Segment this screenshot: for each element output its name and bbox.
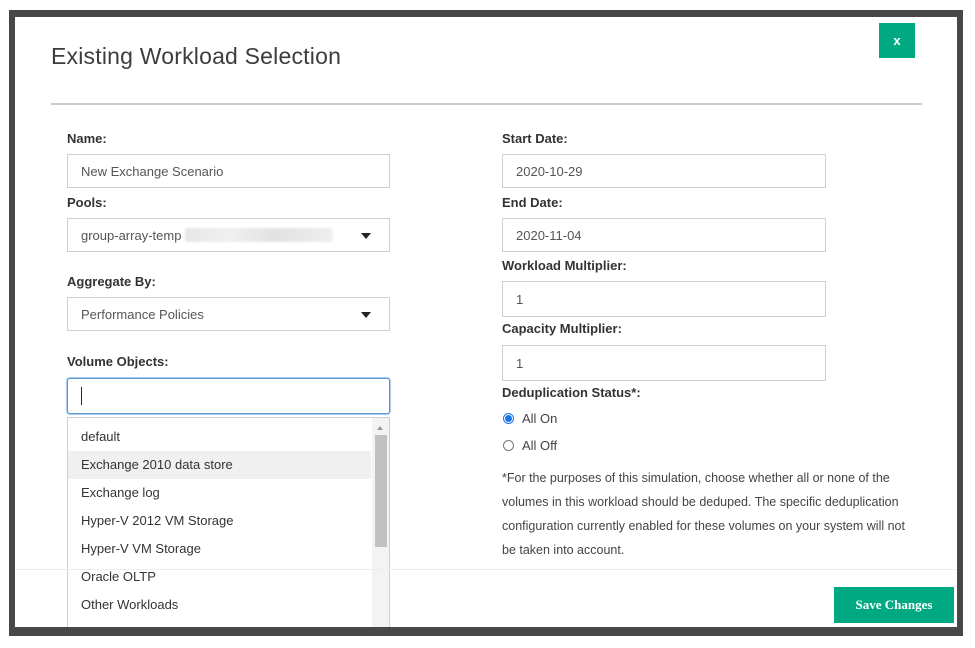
start-date-label: Start Date: bbox=[502, 131, 568, 146]
radio-all-on-label: All On bbox=[522, 411, 558, 426]
dropdown-option[interactable]: Exchange 2010 data store bbox=[68, 451, 371, 479]
start-date-value: 2020-10-29 bbox=[516, 163, 583, 179]
dropdown-option[interactable]: Exchange log bbox=[68, 479, 371, 507]
dropdown-option[interactable]: Other Workloads bbox=[68, 591, 371, 619]
dedup-note: *For the purposes of this simulation, ch… bbox=[502, 471, 905, 557]
workload-dialog: Existing Workload Selection x Name: New … bbox=[15, 17, 957, 627]
aggregate-label: Aggregate By: bbox=[67, 274, 156, 289]
volume-label: Volume Objects: bbox=[67, 354, 169, 369]
text-caret bbox=[81, 387, 82, 405]
workload-multiplier-value: 1 bbox=[516, 291, 524, 307]
name-value: New Exchange Scenario bbox=[81, 163, 224, 179]
dropdown-option[interactable]: default bbox=[68, 423, 371, 451]
workload-multiplier-field[interactable]: 1 bbox=[502, 281, 826, 317]
name-field[interactable]: New Exchange Scenario bbox=[67, 154, 390, 188]
end-date-value: 2020-11-04 bbox=[516, 227, 582, 243]
pools-value: group-array-temp bbox=[81, 227, 182, 243]
pools-select[interactable]: group-array-temp bbox=[67, 218, 390, 252]
capacity-multiplier-label: Capacity Multiplier: bbox=[502, 321, 622, 336]
radio-all-off[interactable]: All Off bbox=[503, 438, 557, 453]
volume-objects-input[interactable] bbox=[67, 378, 390, 414]
close-button[interactable]: x bbox=[879, 23, 915, 58]
dedup-status-label: Deduplication Status*: bbox=[502, 385, 641, 400]
name-label: Name: bbox=[67, 131, 107, 146]
radio-selected-icon[interactable] bbox=[503, 413, 514, 424]
radio-unselected-icon[interactable] bbox=[503, 440, 514, 451]
header-divider bbox=[51, 103, 922, 105]
dropdown-option[interactable]: Hyper-V VM Storage bbox=[68, 535, 371, 563]
dropdown-scrollbar[interactable] bbox=[372, 418, 389, 627]
dropdown-option[interactable]: Hyper-V 2012 VM Storage bbox=[68, 507, 371, 535]
start-date-field[interactable]: 2020-10-29 bbox=[502, 154, 826, 188]
dropdown-list: default Exchange 2010 data store Exchange … bbox=[68, 423, 371, 619]
end-date-label: End Date: bbox=[502, 195, 563, 210]
radio-all-on[interactable]: All On bbox=[503, 411, 557, 426]
aggregate-select[interactable]: Performance Policies bbox=[67, 297, 390, 331]
save-changes-button[interactable]: Save Changes bbox=[834, 587, 954, 623]
end-date-field[interactable]: 2020-11-04 bbox=[502, 218, 826, 252]
pools-label: Pools: bbox=[67, 195, 107, 210]
dialog-title: Existing Workload Selection bbox=[51, 43, 342, 69]
chevron-down-icon bbox=[361, 233, 371, 239]
radio-all-off-label: All Off bbox=[522, 438, 558, 453]
dropdown-option[interactable]: Oracle OLTP bbox=[68, 563, 371, 591]
chevron-down-icon bbox=[361, 312, 371, 318]
redacted-text bbox=[185, 228, 334, 242]
workload-multiplier-label: Workload Multiplier: bbox=[502, 258, 627, 273]
scrollbar-thumb[interactable] bbox=[375, 435, 387, 547]
capacity-multiplier-field[interactable]: 1 bbox=[502, 345, 826, 381]
capacity-multiplier-value: 1 bbox=[516, 355, 524, 371]
aggregate-value: Performance Policies bbox=[81, 306, 204, 322]
volume-objects-dropdown[interactable]: default Exchange 2010 data store Exchange … bbox=[67, 417, 390, 627]
scroll-up-icon[interactable] bbox=[377, 426, 383, 430]
footer-divider bbox=[15, 569, 957, 570]
